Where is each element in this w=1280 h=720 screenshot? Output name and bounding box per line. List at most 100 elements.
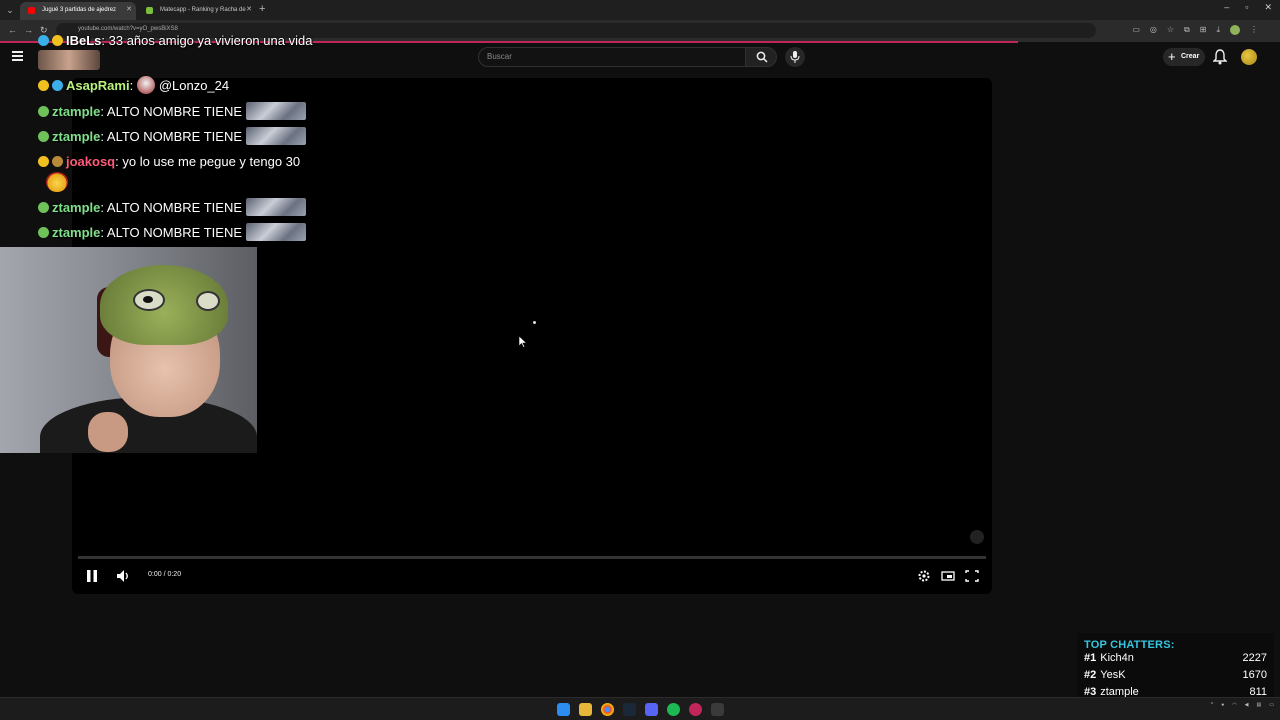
chat-username: AsapRami [66,77,130,93]
puzzle-icon[interactable]: ⊞ [1200,25,1207,35]
chat-text: : ALTO NOMBRE TIENE [100,103,242,119]
chat-badge-icon [52,155,63,167]
chat-emote-image [38,50,100,70]
chat-message: AsapRami: @Lonzo_24 [38,75,229,95]
plus-icon: + [1168,49,1176,64]
volume-tray-icon[interactable]: ◀ [1245,702,1249,708]
chat-username: IBeLs [66,32,102,48]
windows-taskbar: ^ ● ◠ ◀ ▤ ▭ [0,697,1280,720]
chat-emote-icon [136,76,155,94]
chat-badge-icon [38,226,49,238]
network-icon[interactable]: ◠ [1232,702,1236,708]
search-placeholder: Buscar [487,52,512,61]
profile-avatar[interactable] [1230,25,1240,35]
discord-icon[interactable] [645,703,658,716]
loading-spinner-icon [533,321,536,324]
chrome-icon[interactable] [601,703,614,716]
microphone-icon [790,51,800,63]
top-chatters-title: TOP CHATTERS: [1084,639,1175,651]
chat-username: ztample [52,128,101,144]
create-label: Crear [1181,53,1200,60]
eye-off-icon[interactable]: ◎ [1150,25,1157,35]
player-controls: 0:00 / 0:20 [72,564,992,588]
bell-icon[interactable] [1213,49,1227,65]
chatter-rank: #1 [1084,652,1097,664]
frog-eye-image [196,291,220,311]
chatter-rank: #2 [1084,669,1097,681]
chat-emote-image [246,223,306,241]
chat-badge-icon [38,201,49,213]
mic-tray-icon[interactable]: ● [1221,702,1224,708]
chatter-count: 2227 [1242,652,1267,664]
search-button[interactable] [745,47,777,67]
chat-emote-image [246,198,306,216]
cast-icon[interactable]: ▭ [1132,25,1140,35]
stream-chat-overlay: IBeLs : 33 años amigo ya vivieron una vi… [0,0,340,250]
chat-text: @Lonzo_24 [158,77,230,93]
extension-icon[interactable]: ⧉ [1184,25,1190,35]
chat-badge-icon [38,34,49,46]
close-window-icon[interactable]: ✕ [1264,2,1272,13]
extension-toolbar: ▭ ◎ ☆ ⧉ ⊞ ⤓ ⋮ [1132,25,1258,35]
chat-emote-icon [46,172,68,192]
app-icon[interactable] [711,703,724,716]
minimize-icon[interactable]: – [1224,2,1229,13]
chat-badge-icon [52,34,63,46]
obs-icon[interactable] [689,703,702,716]
spotify-icon[interactable] [667,703,680,716]
search-input[interactable]: Buscar [478,47,746,67]
chatter-count: 1670 [1242,669,1267,681]
volume-icon[interactable] [116,568,130,584]
chat-badge-icon [38,130,49,142]
start-windows-icon[interactable] [557,703,570,716]
chat-username: ztample [52,199,101,215]
chat-emote-image [246,102,306,120]
user-avatar[interactable] [1241,49,1257,65]
chat-badge-icon [52,79,63,91]
chat-text: : yo lo use me pegue y tengo 30 [115,153,301,169]
chat-text: : 33 años amigo ya vivieron una vida [101,32,313,48]
chat-message: IBeLs : 33 años amigo ya vivieron una vi… [38,30,312,50]
theater-mode-icon[interactable] [941,568,955,584]
download-icon[interactable]: ⤓ [1216,25,1220,35]
chat-username: ztample [52,224,101,240]
chat-badge-icon [38,105,49,117]
time-display: 0:00 / 0:20 [148,571,182,578]
language-indicator-icon[interactable]: ▤ [1257,702,1262,708]
file-explorer-icon[interactable] [579,703,592,716]
chat-text: : ALTO NOMBRE TIENE [100,128,242,144]
maximize-icon[interactable]: ▫ [1245,2,1248,13]
channel-watermark-icon[interactable] [970,530,984,544]
window-controls: – ▫ ✕ [1224,2,1272,13]
chat-username: ztample [52,103,101,119]
chatter-name: Kich4n [1100,652,1134,664]
voice-search-button[interactable] [785,47,805,67]
chat-text: : ALTO NOMBRE TIENE [100,224,242,240]
chevron-up-icon[interactable]: ^ [1211,702,1213,708]
system-tray: ^ ● ◠ ◀ ▤ ▭ [1211,702,1274,708]
search-icon [756,51,768,63]
pause-icon[interactable] [85,568,99,584]
chat-text: : ALTO NOMBRE TIENE [100,199,242,215]
chat-message: ztample : ALTO NOMBRE TIENE [38,197,306,217]
chatter-name: YesK [1100,669,1126,681]
chat-username: joakosq [66,153,116,169]
fullscreen-icon[interactable] [965,568,979,584]
chat-message: ztample : ALTO NOMBRE TIENE [38,222,306,242]
clock-icon[interactable]: ▭ [1269,702,1274,708]
top-chatter-row: #2 YesK 1670 [1084,669,1267,685]
mouse-cursor-icon [519,336,527,348]
frog-pupil-image [143,296,153,303]
settings-gear-icon[interactable] [917,568,931,584]
chat-message: joakosq : yo lo use me pegue y tengo 30 [38,151,300,171]
create-button[interactable]: + Crear [1163,48,1205,66]
chat-message: ztample : ALTO NOMBRE TIENE [38,126,306,146]
progress-bar[interactable] [78,556,986,559]
star-icon[interactable]: ☆ [1167,25,1174,35]
chat-message: ztample : ALTO NOMBRE TIENE [38,101,306,121]
chat-badge-icon [38,155,49,167]
webcam-person-hand [88,412,128,452]
chat-badge-icon [38,79,49,91]
menu-dots-icon[interactable]: ⋮ [1250,25,1258,35]
steam-icon[interactable] [623,703,636,716]
